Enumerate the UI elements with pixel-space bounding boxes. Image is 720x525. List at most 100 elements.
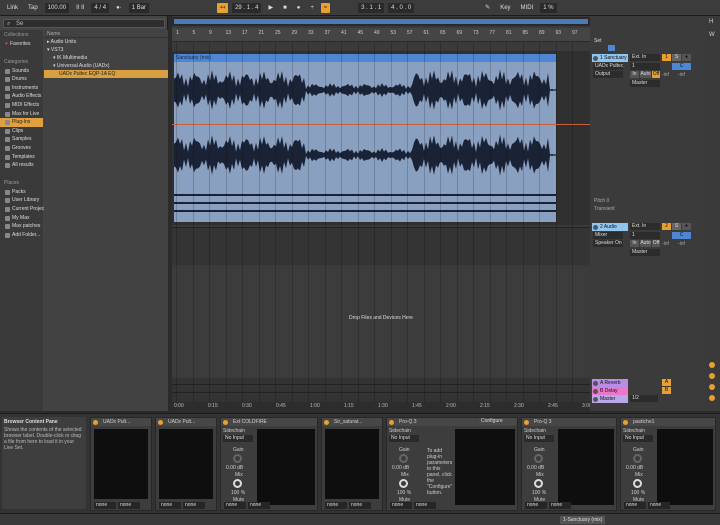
device-foot-chooser[interactable]: none [624, 502, 646, 509]
sidechain-input-chooser[interactable]: No Input [389, 435, 419, 442]
device-foot-chooser[interactable]: none [325, 502, 347, 509]
device-header[interactable]: Ext COLDFIRE [221, 418, 317, 426]
return-lane-a[interactable] [172, 378, 590, 385]
tree-item[interactable]: ▾ VST3 [44, 46, 168, 54]
overdub-icon[interactable]: + [307, 3, 317, 13]
metronome-icon[interactable]: ●· [113, 3, 125, 13]
return-b-letter[interactable]: B [662, 387, 671, 394]
track-lane-sanctuary[interactable]: Sanctuary (mix) [172, 51, 590, 225]
device-foot-chooser[interactable]: none [224, 502, 246, 509]
clip-title[interactable]: Sanctuary (mix) [174, 54, 556, 62]
link-button[interactable]: Link [4, 3, 21, 13]
mix-knob[interactable] [534, 479, 543, 488]
midi-map-button[interactable]: MIDI [518, 3, 537, 13]
sidebar-item-audio-effects[interactable]: Audio Effects [0, 92, 43, 101]
mixer-toggle-icon[interactable] [709, 395, 715, 401]
device-power-icon[interactable] [324, 419, 329, 425]
return-lane-b[interactable] [172, 386, 590, 393]
device-ext-coldfire[interactable]: Ext COLDFIRE Sidechain No Input Gain 0.00 dB… [220, 417, 318, 511]
track1-solo[interactable]: S [672, 54, 681, 61]
track2-monitor-auto[interactable]: Auto [640, 240, 651, 247]
sidebar-item-max-for-live[interactable]: Max for Live [0, 110, 43, 119]
stop-icon[interactable]: ■ [280, 3, 290, 13]
track-activator-icon[interactable] [593, 388, 598, 394]
track-activator-icon[interactable] [593, 396, 598, 402]
track-activator-icon[interactable] [593, 55, 598, 61]
return-a-letter[interactable]: A [662, 379, 671, 386]
w-button[interactable]: W [709, 32, 715, 38]
track2-solo[interactable]: S [672, 223, 681, 230]
device-foot-chooser[interactable]: none [183, 502, 205, 509]
device-header[interactable]: Pro-Q 3 [522, 418, 616, 426]
io-toggle[interactable] [608, 45, 615, 51]
device-header[interactable]: UADx Pult... [91, 418, 151, 426]
tempo-field[interactable]: 100.00 [44, 2, 70, 13]
device-foot-chooser[interactable]: none [159, 502, 181, 509]
track-header-audio[interactable]: 2 Audio [592, 223, 628, 231]
track1-monitor-in[interactable]: In [630, 71, 639, 78]
sidebar-item-sounds[interactable]: Sounds [0, 67, 43, 76]
device-foot-chooser[interactable]: none [349, 502, 371, 509]
device-header[interactable]: pastiche1 [621, 418, 715, 426]
device-foot-chooser[interactable]: none [94, 502, 116, 509]
device-pro-q-3[interactable]: Pro-Q 3 Sidechain No Input Gain 0.00 dB Mix 10… [521, 417, 617, 511]
device-pastiche1[interactable]: pastiche1 Sidechain No Input Gain 0.00 dB Mix… [620, 417, 716, 511]
device-foot-chooser[interactable]: none [248, 502, 270, 509]
sidechain-input-chooser[interactable]: No Input [524, 435, 554, 442]
track2-volume[interactable]: -inf [662, 241, 669, 247]
track2-input-chooser[interactable]: Ext. In [630, 223, 660, 230]
device-foot-chooser[interactable]: none [118, 502, 140, 509]
tree-item[interactable]: UADx Pultec EQP-1A EQ [44, 70, 168, 78]
gain-knob[interactable] [633, 454, 642, 463]
sidebar-item-templates[interactable]: Templates [0, 153, 43, 162]
time-ruler[interactable]: 0:00 0:15 0:30 0:45 1:00 1:15 1:30 1:45 2:00 2:15… [172, 402, 592, 411]
sidebar-item-midi-effects[interactable]: MIDI Effects [0, 101, 43, 110]
tempo-nudge-icon[interactable]: II II [73, 3, 87, 13]
device-foot-chooser[interactable]: none [648, 502, 670, 509]
track-activator-icon[interactable] [593, 224, 598, 230]
track1-channel-chooser[interactable]: 1 [630, 63, 660, 70]
automation-arm-icon[interactable]: ≈ [320, 2, 331, 13]
sidebar-item-favorites[interactable]: ♥ Favorites [0, 40, 43, 49]
sidebar-item-clips[interactable]: Clips [0, 127, 43, 136]
track1-arm-icon[interactable]: ● [682, 54, 691, 61]
audio-clip[interactable]: Sanctuary (mix) [174, 54, 556, 222]
return-toggle-icon[interactable] [709, 373, 715, 379]
gain-knob[interactable] [233, 454, 242, 463]
mix-knob[interactable] [633, 479, 642, 488]
beat-ruler[interactable]: 1 5 9 13 17 21 25 29 33 37 41 45 49 53 57 61 65 69 73 77 81 8… [172, 28, 590, 42]
device-header[interactable]: UADx Pult... [156, 418, 216, 426]
master-cue-out[interactable]: 1/2 [630, 395, 658, 402]
follow-icon[interactable]: ↤ [217, 2, 229, 13]
quantize-dropdown[interactable]: 1 Bar [128, 2, 150, 13]
device-power-icon[interactable] [223, 419, 228, 425]
device-foot-chooser[interactable]: none [414, 502, 436, 509]
track2-c-button[interactable]: C [672, 232, 691, 239]
return-header-reverb[interactable]: A Reverb [592, 379, 628, 387]
track2-destination[interactable]: Master [630, 249, 660, 256]
return-header-delay[interactable]: B Delay [592, 387, 628, 395]
track2-monitor-off[interactable]: Off [652, 240, 660, 247]
device-header[interactable]: Sir_saturat... [322, 418, 382, 426]
track1-c-button[interactable]: C [672, 63, 691, 70]
h-button[interactable]: H [709, 19, 713, 25]
track-lane-audio[interactable] [172, 227, 590, 265]
sidebar-item-current-project[interactable]: Current Project [0, 205, 46, 214]
loop-start-field[interactable]: 3 . 1 . 1 [358, 2, 385, 13]
device-foot-chooser[interactable]: none [525, 502, 547, 509]
track1-number[interactable]: 1 [662, 54, 671, 61]
sidebar-item-my-max[interactable]: My Max [0, 214, 43, 223]
track2-device-chooser[interactable]: Mixer [593, 232, 623, 239]
sidebar-item-max-patches[interactable]: Max patches [0, 222, 43, 231]
sidebar-item-grooves[interactable]: Grooves [0, 144, 43, 153]
track1-monitor-auto[interactable]: Auto [640, 71, 651, 78]
device-uadx-pult-[interactable]: UADx Pult... none none [90, 417, 152, 511]
crossfade-icon[interactable] [709, 362, 715, 368]
play-icon[interactable]: ▶ [265, 3, 276, 13]
sends-toggle-icon[interactable] [709, 384, 715, 390]
record-icon[interactable]: ● [294, 3, 304, 13]
device-foot-chooser[interactable]: none [549, 502, 571, 509]
sidebar-item-plug-ins[interactable]: Plug-Ins [0, 118, 43, 127]
master-lane[interactable] [172, 394, 590, 401]
track2-arm-icon[interactable]: ● [682, 223, 691, 230]
